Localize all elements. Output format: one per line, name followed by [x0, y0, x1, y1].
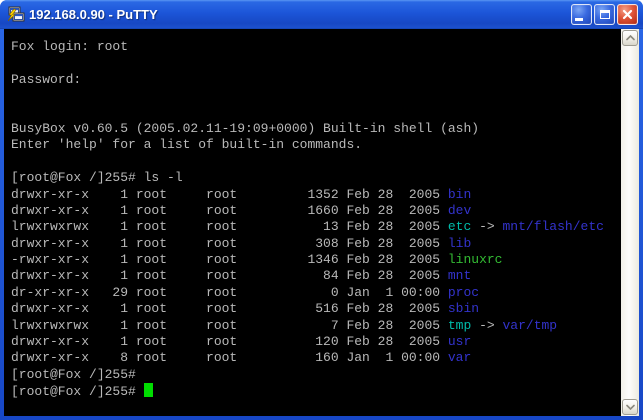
titlebar[interactable]: 192.168.0.90 - PuTTY [0, 0, 643, 29]
terminal-line: [root@Fox /]255# [11, 367, 621, 383]
terminal-output[interactable]: Fox login: root Password: BusyBox v0.60.5 … [4, 29, 621, 416]
maximize-icon [600, 10, 610, 19]
putty-window: 192.168.0.90 - PuTTY Fox login: root Pass… [0, 0, 643, 420]
terminal-line [11, 105, 621, 121]
terminal-cursor [144, 383, 153, 397]
terminal-line: drwxr-xr-x 1 root root 308 Feb 28 2005 l… [11, 236, 621, 252]
terminal-line: [root@Fox /]255# ls -l [11, 170, 621, 186]
terminal-line: drwxr-xr-x 1 root root 120 Feb 28 2005 u… [11, 334, 621, 350]
chevron-up-icon [626, 35, 635, 41]
putty-app-icon [7, 6, 25, 24]
terminal-line: drwxr-xr-x 1 root root 1352 Feb 28 2005 … [11, 187, 621, 203]
close-icon [622, 9, 633, 20]
scroll-down-button[interactable] [622, 399, 638, 415]
close-button[interactable] [617, 4, 638, 25]
terminal-line [11, 88, 621, 104]
terminal-line: Fox login: root [11, 39, 621, 55]
terminal-client-area: Fox login: root Password: BusyBox v0.60.5 … [4, 29, 639, 416]
minimize-button[interactable] [571, 4, 592, 25]
terminal-line [11, 55, 621, 71]
terminal-line: lrwxrwxrwx 1 root root 7 Feb 28 2005 tmp… [11, 318, 621, 334]
terminal-line: drwxr-xr-x 1 root root 84 Feb 28 2005 mn… [11, 268, 621, 284]
scroll-up-button[interactable] [622, 30, 638, 46]
terminal-line: -rwxr-xr-x 1 root root 1346 Feb 28 2005 … [11, 252, 621, 268]
terminal-line: BusyBox v0.60.5 (2005.02.11-19:09+0000) … [11, 121, 621, 137]
terminal-line: Enter 'help' for a list of built-in comm… [11, 137, 621, 153]
maximize-button[interactable] [594, 4, 615, 25]
terminal-line: drwxr-xr-x 1 root root 516 Feb 28 2005 s… [11, 301, 621, 317]
window-controls [571, 4, 638, 25]
terminal-line [11, 154, 621, 170]
terminal-line: lrwxrwxrwx 1 root root 13 Feb 28 2005 et… [11, 219, 621, 235]
minimize-icon [575, 18, 583, 21]
window-title: 192.168.0.90 - PuTTY [29, 7, 571, 22]
terminal-line: drwxr-xr-x 1 root root 1660 Feb 28 2005 … [11, 203, 621, 219]
scrollbar[interactable] [621, 29, 639, 416]
terminal-line: dr-xr-xr-x 29 root root 0 Jan 1 00:00 pr… [11, 285, 621, 301]
terminal-line: [root@Fox /]255# [11, 383, 621, 399]
chevron-down-icon [626, 404, 635, 410]
terminal-line: drwxr-xr-x 8 root root 160 Jan 1 00:00 v… [11, 350, 621, 366]
terminal-line: Password: [11, 72, 621, 88]
